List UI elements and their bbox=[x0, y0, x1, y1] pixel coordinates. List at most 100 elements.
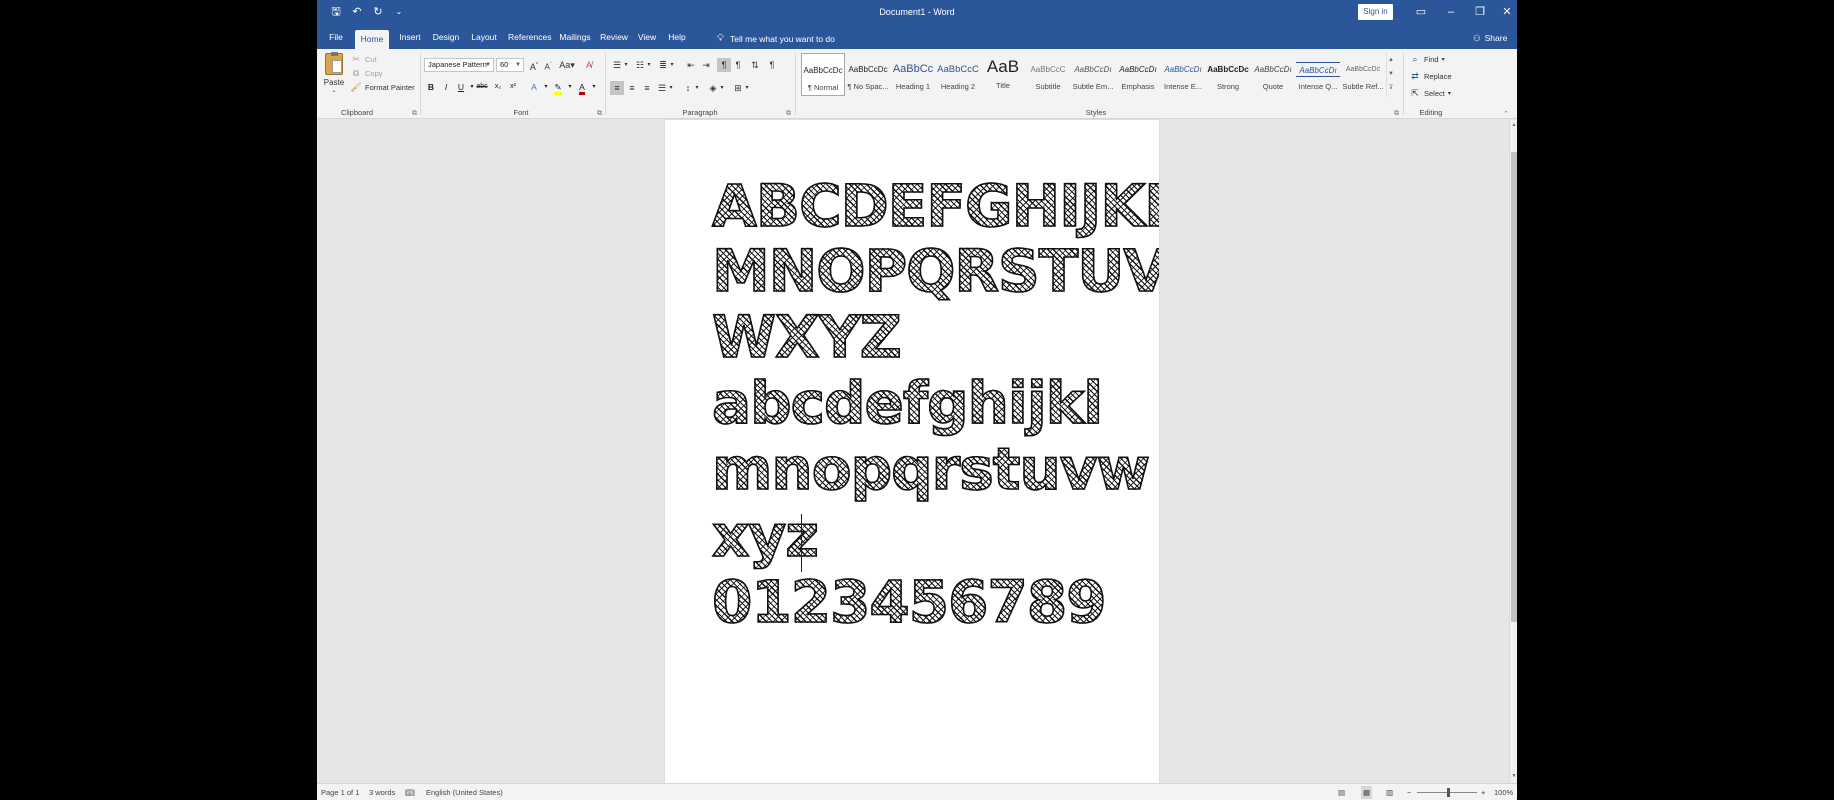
style-strong[interactable]: AaBbCcDc Strong bbox=[1206, 53, 1250, 96]
sort-icon[interactable]: ⇅ bbox=[748, 58, 762, 72]
bullets-dropdown-icon[interactable]: ▾ bbox=[622, 58, 630, 72]
print-layout-icon[interactable]: ▦ bbox=[1361, 786, 1373, 799]
share-label: Share bbox=[1484, 33, 1508, 43]
align-left-icon[interactable]: ≡ bbox=[610, 81, 624, 95]
style-subtle-reference[interactable]: AaBbCcDc Subtle Ref... bbox=[1341, 53, 1385, 96]
ribbon-tabs: File Home Insert Design Layout Reference… bbox=[317, 25, 1517, 49]
style-heading-2[interactable]: AaBbCcC Heading 2 bbox=[936, 53, 980, 96]
tab-help[interactable]: Help bbox=[666, 30, 688, 49]
zoom-level[interactable]: 100% bbox=[1494, 788, 1513, 797]
style-name: Heading 2 bbox=[940, 82, 976, 91]
language-indicator[interactable]: English (United States) bbox=[426, 788, 503, 797]
change-case-icon[interactable]: Aa▾ bbox=[558, 58, 576, 72]
scroll-down-icon[interactable]: ▼ bbox=[1510, 773, 1517, 779]
style-name: Subtitle bbox=[1035, 82, 1061, 91]
clear-formatting-icon[interactable]: A̸ bbox=[582, 58, 596, 72]
format-painter-button[interactable]: 🖌︎ Format Painter bbox=[350, 82, 415, 93]
zoom-slider-thumb[interactable] bbox=[1447, 788, 1450, 797]
select-button[interactable]: ⇱ Select ▾ bbox=[1409, 88, 1451, 99]
tab-home[interactable]: Home bbox=[355, 30, 389, 49]
cut-label: Cut bbox=[365, 55, 377, 64]
style-quote[interactable]: AaBbCcDı Quote bbox=[1251, 53, 1295, 96]
increase-indent-icon[interactable]: ⇥ bbox=[699, 58, 713, 72]
document-page[interactable]: ABCDEFGHIJKL MNOPQRSTUV WXYZ abcdefghijk… bbox=[665, 120, 1159, 783]
styles-gallery-scroll[interactable]: ▲ ▼ ⊽ bbox=[1386, 53, 1395, 97]
font-launcher-icon[interactable]: ⧉ bbox=[597, 110, 602, 118]
chevron-down-icon: ▼ bbox=[485, 62, 491, 68]
style-emphasis[interactable]: AaBbCcDı Emphasis bbox=[1116, 53, 1160, 96]
close-icon[interactable]: ✕ bbox=[1497, 3, 1517, 21]
minimize-icon[interactable]: – bbox=[1441, 3, 1461, 21]
more-styles-icon[interactable]: ⊽ bbox=[1387, 81, 1395, 95]
style-intense-emphasis[interactable]: AaBbCcDı Intense E... bbox=[1161, 53, 1205, 96]
chevron-down-icon[interactable]: ▼ bbox=[1387, 67, 1395, 81]
style-no-spacing[interactable]: AaBbCcDc ¶ No Spac... bbox=[846, 53, 890, 96]
paste-button[interactable]: Paste ⌄ bbox=[323, 52, 345, 99]
decrease-indent-icon[interactable]: ⇤ bbox=[684, 58, 698, 72]
scroll-up-icon[interactable]: ▲ bbox=[1510, 122, 1517, 128]
tab-view[interactable]: View bbox=[636, 30, 658, 49]
shrink-font-icon[interactable]: Aˇ bbox=[541, 58, 555, 72]
chevron-up-icon[interactable]: ▲ bbox=[1387, 53, 1395, 67]
clipboard-launcher-icon[interactable]: ⧉ bbox=[412, 110, 417, 118]
style-intense-quote[interactable]: AaBbCcDı Intense Q... bbox=[1296, 53, 1340, 96]
superscript-icon[interactable]: x² bbox=[506, 80, 520, 94]
cut-button[interactable]: ✂ Cut bbox=[350, 54, 377, 65]
scrollbar-thumb[interactable] bbox=[1511, 152, 1517, 622]
font-color-dropdown-icon[interactable]: ▾ bbox=[587, 80, 601, 94]
collapse-ribbon-icon[interactable]: ⌃ bbox=[1503, 110, 1509, 118]
word-count[interactable]: 3 words bbox=[369, 788, 395, 797]
ltr-text-direction-icon[interactable]: ¶ bbox=[717, 58, 731, 72]
font-name-dropdown[interactable]: Japanese Pattern ▼ bbox=[424, 58, 494, 72]
style-normal[interactable]: AaBbCcDc ¶ Normal bbox=[801, 53, 845, 96]
numbering-dropdown-icon[interactable]: ▾ bbox=[645, 58, 653, 72]
tab-file[interactable]: File bbox=[323, 30, 349, 49]
tab-layout[interactable]: Layout bbox=[469, 30, 499, 49]
zoom-out-icon[interactable]: − bbox=[1407, 788, 1411, 797]
text-line: xyz bbox=[711, 501, 820, 571]
share-button[interactable]: ⚇ Share bbox=[1473, 33, 1507, 44]
page-count[interactable]: Page 1 of 1 bbox=[321, 788, 359, 797]
web-layout-icon[interactable]: ▥ bbox=[1386, 788, 1393, 797]
tell-me-search[interactable]: 💡︎ Tell me what you want to do bbox=[717, 33, 835, 44]
sign-in-button[interactable]: Sign in bbox=[1358, 4, 1393, 20]
find-button[interactable]: ⌕ Find ▾ bbox=[1409, 54, 1444, 65]
tab-design[interactable]: Design bbox=[432, 30, 460, 49]
format-painter-label: Format Painter bbox=[365, 83, 415, 92]
align-center-icon[interactable]: ≡ bbox=[625, 81, 639, 95]
vertical-scrollbar[interactable]: ▲ ▼ bbox=[1509, 120, 1517, 783]
restore-icon[interactable]: ❐ bbox=[1470, 3, 1490, 21]
italic-button[interactable]: I bbox=[439, 80, 453, 94]
style-name: Heading 1 bbox=[895, 82, 931, 91]
styles-launcher-icon[interactable]: ⧉ bbox=[1394, 110, 1399, 118]
show-formatting-marks-icon[interactable]: ¶ bbox=[765, 58, 779, 72]
line-spacing-dropdown-icon[interactable]: ▾ bbox=[693, 81, 701, 95]
tab-insert[interactable]: Insert bbox=[397, 30, 423, 49]
multilevel-dropdown-icon[interactable]: ▾ bbox=[668, 58, 676, 72]
copy-button[interactable]: ⧉ Copy bbox=[350, 68, 383, 79]
tab-mailings[interactable]: Mailings bbox=[558, 30, 592, 49]
replace-button[interactable]: ⇄ Replace bbox=[1409, 71, 1451, 82]
proofing-icon[interactable]: 📖︎ bbox=[405, 788, 415, 797]
focus-mode-icon[interactable]: ▤ bbox=[1338, 788, 1345, 797]
justify-dropdown-icon[interactable]: ▾ bbox=[667, 81, 675, 95]
style-subtitle[interactable]: AaBbCcC Subtitle bbox=[1026, 53, 1070, 96]
shading-dropdown-icon[interactable]: ▾ bbox=[718, 81, 726, 95]
grow-font-icon[interactable]: A^ bbox=[527, 58, 541, 72]
strikethrough-icon[interactable]: abc bbox=[475, 80, 489, 94]
align-right-icon[interactable]: ≡ bbox=[640, 81, 654, 95]
rtl-text-direction-icon[interactable]: ¶ bbox=[731, 58, 745, 72]
style-title[interactable]: AaB Title bbox=[981, 53, 1025, 96]
style-subtle-emphasis[interactable]: AaBbCcDı Subtle Em... bbox=[1071, 53, 1115, 96]
tab-references[interactable]: References bbox=[508, 30, 551, 49]
tab-review[interactable]: Review bbox=[599, 30, 629, 49]
font-size-dropdown[interactable]: 60 ▼ bbox=[496, 58, 524, 72]
paragraph-launcher-icon[interactable]: ⧉ bbox=[786, 110, 791, 118]
zoom-in-icon[interactable]: + bbox=[1481, 788, 1485, 797]
bold-button[interactable]: B bbox=[424, 80, 438, 94]
subscript-icon[interactable]: x₂ bbox=[491, 80, 505, 94]
style-heading-1[interactable]: AaBbCc Heading 1 bbox=[891, 53, 935, 96]
borders-dropdown-icon[interactable]: ▾ bbox=[743, 81, 751, 95]
ribbon-display-options-icon[interactable]: ▭ bbox=[1411, 3, 1431, 21]
style-preview: AaBbCcDc bbox=[803, 66, 843, 75]
